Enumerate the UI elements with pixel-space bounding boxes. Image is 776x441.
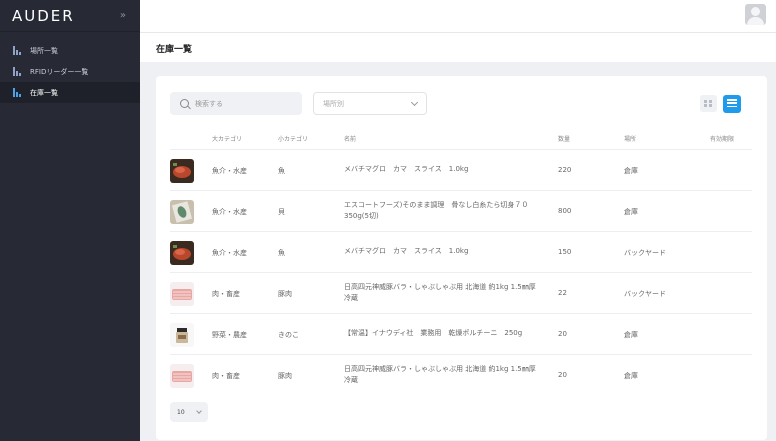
top-bar: [140, 0, 776, 32]
quantity-cell: 150: [558, 248, 572, 256]
quantity-cell: 22: [558, 289, 567, 297]
sidebar-item-label: 場所一覧: [30, 46, 58, 55]
small-category-cell: 魚: [278, 167, 285, 175]
product-name-cell[interactable]: メバチマグロ カマ スライス 1.0kg: [344, 246, 544, 257]
chart-icon: [13, 67, 21, 76]
small-category-cell: 魚: [278, 249, 285, 257]
logo-row: AUDER »: [0, 0, 140, 32]
sidebar-item-inventory[interactable]: 在庫一覧: [0, 82, 140, 103]
sidebar-nav: 場所一覧 RFIDリーダー一覧 在庫一覧: [0, 40, 140, 103]
product-thumbnail: [170, 364, 194, 388]
table-row[interactable]: 魚介・水産 貝 エスコートフーズ)そのまま調理 骨なし白糸たら切身７０350g(…: [170, 190, 752, 231]
location-cell: 倉庫: [624, 372, 638, 380]
product-name-cell[interactable]: 日高四元神威豚バラ・しゃぶしゃぶ用 北海道 約1kg 1.5㎜厚 冷蔵: [344, 364, 544, 386]
location-filter-select[interactable]: 場所別: [313, 92, 427, 115]
location-cell: 倉庫: [624, 331, 638, 339]
quantity-cell: 220: [558, 166, 572, 174]
product-thumbnail: [170, 323, 194, 347]
large-category-cell: 魚介・水産: [212, 208, 247, 216]
location-filter-placeholder: 場所別: [323, 99, 344, 108]
sidebar: AUDER » 場所一覧 RFIDリーダー一覧 在庫一覧: [0, 0, 140, 441]
large-category-cell: 肉・畜産: [212, 372, 240, 380]
collapse-sidebar-icon[interactable]: »: [120, 10, 126, 21]
quantity-cell: 20: [558, 371, 567, 379]
sidebar-item-label: 在庫一覧: [30, 88, 58, 97]
search-box[interactable]: [170, 92, 302, 115]
table-row[interactable]: 魚介・水産 魚 メバチマグロ カマ スライス 1.0kg 220 倉庫: [170, 149, 752, 190]
product-thumbnail: [170, 200, 194, 224]
page-size-value: 10: [177, 408, 185, 416]
search-input[interactable]: [195, 99, 291, 108]
chevron-down-icon: [410, 98, 419, 106]
column-header-large-category[interactable]: 大カテゴリ: [212, 134, 242, 143]
product-thumbnail: [170, 282, 194, 306]
column-header-expiry[interactable]: 有効期限: [710, 134, 734, 143]
title-bar: 在庫一覧: [140, 32, 776, 62]
small-category-cell: 豚肉: [278, 290, 292, 298]
search-icon: [180, 99, 189, 108]
table-row[interactable]: 魚介・水産 魚 メバチマグロ カマ スライス 1.0kg 150 バックヤード: [170, 231, 752, 272]
column-header-small-category[interactable]: 小カテゴリ: [278, 134, 308, 143]
quantity-cell: 800: [558, 207, 572, 215]
list-view-icon[interactable]: [723, 95, 741, 113]
large-category-cell: 魚介・水産: [212, 167, 247, 175]
table-header: 大カテゴリ 小カテゴリ 名前 数量 場所 有効期限: [170, 131, 752, 149]
large-category-cell: 肉・畜産: [212, 290, 240, 298]
sidebar-item-label: RFIDリーダー一覧: [30, 67, 89, 76]
column-header-quantity[interactable]: 数量: [558, 134, 570, 143]
page-title: 在庫一覧: [156, 45, 193, 55]
product-name-cell[interactable]: エスコートフーズ)そのまま調理 骨なし白糸たら切身７０350g(5切): [344, 200, 544, 222]
inventory-card: 場所別 大カテゴリ 小カテゴリ 名前 数量 場所 有効期限 魚介・水産 魚 メバ…: [156, 76, 767, 440]
sidebar-item-rfid-readers[interactable]: RFIDリーダー一覧: [0, 61, 140, 82]
column-header-location[interactable]: 場所: [624, 134, 636, 143]
product-name-cell[interactable]: 【常温】イナウディ社 業務用 乾燥ポルチーニ 250g: [344, 328, 544, 339]
location-cell: 倉庫: [624, 167, 638, 175]
table-row[interactable]: 野菜・農産 きのこ 【常温】イナウディ社 業務用 乾燥ポルチーニ 250g 20…: [170, 313, 752, 354]
product-name-cell[interactable]: メバチマグロ カマ スライス 1.0kg: [344, 164, 544, 175]
product-name-cell[interactable]: 日高四元神威豚バラ・しゃぶしゃぶ用 北海道 約1kg 1.5㎜厚 冷蔵: [344, 282, 544, 304]
chevron-down-icon: [196, 407, 202, 414]
chart-icon: [13, 46, 21, 55]
location-cell: 倉庫: [624, 208, 638, 216]
chart-icon: [13, 88, 21, 97]
table-row[interactable]: 肉・畜産 豚肉 日高四元神威豚バラ・しゃぶしゃぶ用 北海道 約1kg 1.5㎜厚…: [170, 272, 752, 313]
product-thumbnail: [170, 159, 194, 183]
grid-view-icon[interactable]: [700, 95, 717, 112]
table-row[interactable]: 肉・畜産 豚肉 日高四元神威豚バラ・しゃぶしゃぶ用 北海道 約1kg 1.5㎜厚…: [170, 354, 752, 395]
page-size-select[interactable]: 10: [170, 402, 208, 422]
large-category-cell: 魚介・水産: [212, 249, 247, 257]
quantity-cell: 20: [558, 330, 567, 338]
small-category-cell: 貝: [278, 208, 285, 216]
user-avatar-icon[interactable]: [745, 4, 766, 25]
product-thumbnail: [170, 241, 194, 265]
sidebar-item-locations[interactable]: 場所一覧: [0, 40, 140, 61]
small-category-cell: 豚肉: [278, 372, 292, 380]
small-category-cell: きのこ: [278, 331, 299, 339]
column-header-name[interactable]: 名前: [344, 134, 356, 143]
location-cell: バックヤード: [624, 290, 666, 298]
large-category-cell: 野菜・農産: [212, 331, 247, 339]
app-logo[interactable]: AUDER: [12, 7, 75, 25]
location-cell: バックヤード: [624, 249, 666, 257]
